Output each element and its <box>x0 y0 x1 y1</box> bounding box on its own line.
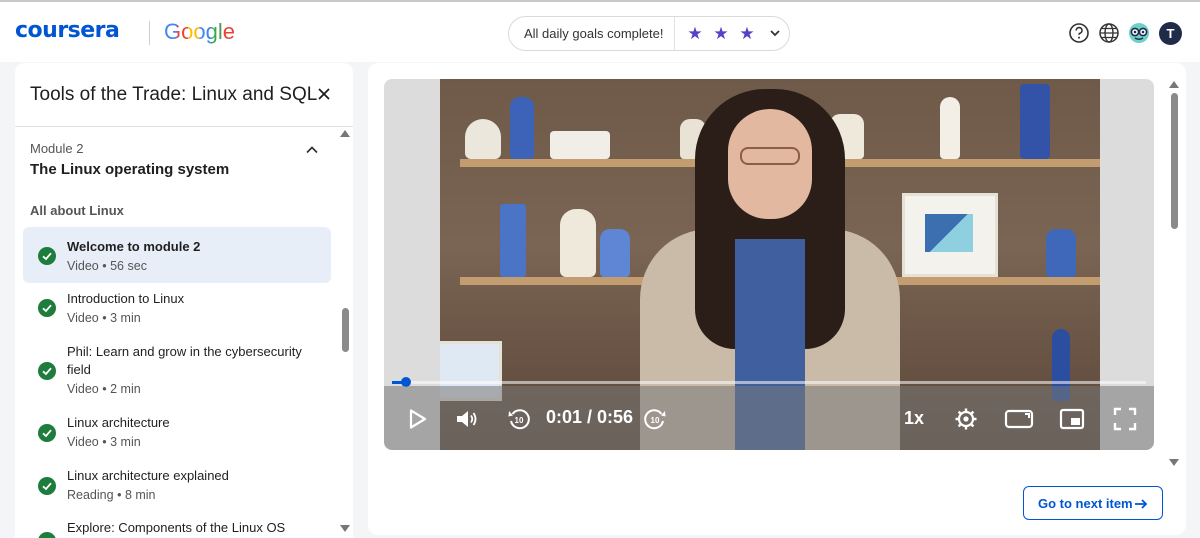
item-duration: 56 sec <box>110 259 147 273</box>
scroll-up-arrow[interactable] <box>1169 81 1179 88</box>
scroll-down-arrow[interactable] <box>1169 459 1179 466</box>
help-icon[interactable] <box>1068 22 1090 44</box>
main-scrollbar-thumb[interactable] <box>1171 93 1178 229</box>
vase <box>510 97 534 159</box>
section-label: All about Linux <box>30 203 124 218</box>
course-title: Tools of the Trade: Linux and SQL <box>30 84 318 105</box>
meta-separator: • <box>102 259 107 273</box>
vase <box>560 209 596 277</box>
item-title: Linux architecture explained <box>67 468 229 483</box>
meta-separator: • <box>102 311 107 325</box>
sculpture <box>1020 84 1050 159</box>
item-duration: 3 min <box>110 311 141 325</box>
item-type: Video <box>67 259 99 273</box>
divider <box>15 126 353 127</box>
forward-10-icon[interactable]: 10 <box>642 406 668 432</box>
item-title: Linux architecture <box>67 415 170 430</box>
coach-icon[interactable] <box>1128 22 1150 44</box>
item-title: Explore: Components of the Linux OS <box>67 520 286 535</box>
picture-in-picture-icon[interactable] <box>1059 406 1085 432</box>
item-type: Reading <box>67 488 114 502</box>
list-item-introduction-to-linux[interactable]: Introduction to Linux Video • 3 min <box>23 283 331 335</box>
top-bar: coursera Google All daily goals complete… <box>0 0 1200 62</box>
main-content: 10 0:01 / 0:56 10 1x Go to next item <box>368 63 1186 535</box>
item-meta: Video • 3 min <box>67 435 141 449</box>
google-logo: Google <box>164 19 235 45</box>
next-item-label: Go to next item <box>1038 496 1133 511</box>
framed-picture <box>902 193 998 277</box>
meta-separator: • <box>102 435 107 449</box>
item-type: Video <box>67 311 99 325</box>
chevron-down-icon[interactable] <box>767 25 783 41</box>
item-type: Video <box>67 382 99 396</box>
player-controls: 10 0:01 / 0:56 10 1x <box>384 386 1154 450</box>
list-item-welcome-to-module-2[interactable]: Welcome to module 2 Video • 56 sec <box>23 227 331 283</box>
books <box>500 204 526 277</box>
play-icon[interactable] <box>404 406 430 432</box>
item-type: Video <box>67 435 99 449</box>
goals-stars: ★ ★ ★ <box>674 17 790 50</box>
goals-text: All daily goals complete! <box>524 26 664 41</box>
globe-icon[interactable] <box>1098 22 1120 44</box>
list-item-linux-architecture[interactable]: Linux architecture Video • 3 min <box>23 407 331 459</box>
daily-goals-pill[interactable]: All daily goals complete! ★ ★ ★ <box>508 16 790 51</box>
settings-gear-icon[interactable] <box>953 406 979 432</box>
item-title: Phil: Learn and grow in the cybersecurit… <box>67 344 302 377</box>
theater-mode-icon[interactable] <box>1004 406 1034 432</box>
close-icon[interactable] <box>315 85 333 103</box>
logo-divider <box>149 21 150 45</box>
completed-check-icon <box>38 247 56 265</box>
go-to-next-item-button[interactable]: Go to next item <box>1023 486 1163 520</box>
scroll-up-arrow[interactable] <box>340 130 350 137</box>
google-logo-text: Google <box>164 19 235 44</box>
item-meta: Video • 3 min <box>67 311 141 325</box>
star-icon: ★ <box>687 24 703 43</box>
user-avatar[interactable]: T <box>1159 22 1182 45</box>
module-name: The Linux operating system <box>30 161 230 178</box>
meta-separator: • <box>102 382 107 396</box>
list-item-explore-components[interactable]: Explore: Components of the Linux OS <box>23 512 331 538</box>
vase <box>465 119 501 159</box>
list-item-linux-architecture-explained[interactable]: Linux architecture explained Reading • 8… <box>23 460 331 512</box>
item-duration: 3 min <box>110 435 141 449</box>
completed-check-icon <box>38 299 56 317</box>
fullscreen-icon[interactable] <box>1112 406 1138 432</box>
star-icon: ★ <box>713 24 729 43</box>
video-progress-bar[interactable] <box>392 377 1146 387</box>
completed-check-icon <box>38 532 56 538</box>
chevron-up-icon[interactable] <box>305 143 319 157</box>
arrow-right-icon <box>1135 499 1148 509</box>
item-meta: Reading • 8 min <box>67 488 156 502</box>
completed-check-icon <box>38 362 56 380</box>
forward-seconds: 10 <box>651 416 660 425</box>
completed-check-icon <box>38 424 56 442</box>
time-display: 0:01 / 0:56 <box>546 407 634 427</box>
item-meta: Video • 56 sec <box>67 259 147 273</box>
presenter-glasses <box>740 147 800 165</box>
rewind-seconds: 10 <box>515 416 524 425</box>
coursera-logo[interactable]: coursera <box>15 18 120 43</box>
item-title: Welcome to module 2 <box>67 239 201 254</box>
item-duration: 2 min <box>110 382 141 396</box>
item-title: Introduction to Linux <box>67 291 185 306</box>
vase <box>1046 229 1076 277</box>
meta-separator: • <box>117 488 122 502</box>
vase <box>600 229 630 277</box>
item-meta: Video • 2 min <box>67 382 141 396</box>
list-item-phil-learn-and-grow[interactable]: Phil: Learn and grow in the cybersecurit… <box>23 335 331 407</box>
scroll-down-arrow[interactable] <box>340 525 350 532</box>
star-icon: ★ <box>739 24 755 43</box>
video-player[interactable]: 10 0:01 / 0:56 10 1x <box>384 79 1154 450</box>
rewind-10-icon[interactable]: 10 <box>506 406 532 432</box>
course-outline-sidebar: Tools of the Trade: Linux and SQL Module… <box>15 63 353 538</box>
completed-check-icon <box>38 477 56 495</box>
module-label: Module 2 <box>30 141 84 156</box>
books <box>550 131 610 159</box>
volume-icon[interactable] <box>454 406 480 432</box>
item-duration: 8 min <box>124 488 156 502</box>
vase <box>940 97 960 159</box>
sidebar-scrollbar-thumb[interactable] <box>342 308 349 352</box>
playback-speed[interactable]: 1x <box>904 408 924 429</box>
